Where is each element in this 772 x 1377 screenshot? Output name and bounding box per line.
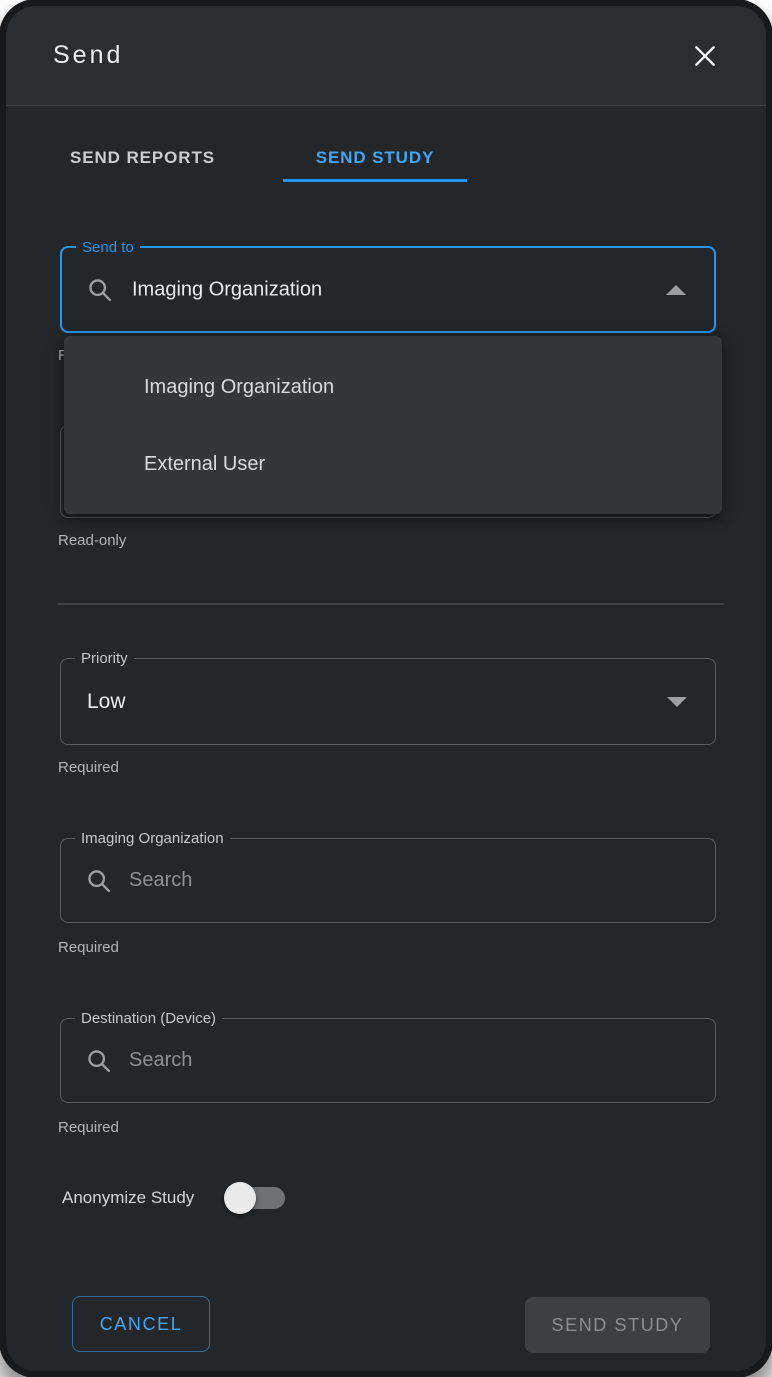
destination-device-helper: Required (58, 1119, 119, 1136)
read-only-helper: Read-only (58, 532, 126, 549)
search-icon (85, 867, 113, 895)
search-icon (86, 276, 114, 304)
send-dialog: Send SEND REPORTS SEND STUDY Send to Ima… (6, 6, 766, 1371)
tab-send-study[interactable]: SEND STUDY (283, 134, 467, 182)
section-divider (58, 603, 724, 605)
anonymize-study-label: Anonymize Study (62, 1188, 194, 1208)
anonymize-study-toggle[interactable] (227, 1176, 287, 1220)
send-study-button[interactable]: SEND STUDY (525, 1297, 710, 1353)
dialog-header: Send (6, 6, 766, 106)
toggle-thumb (224, 1182, 256, 1214)
send-to-label: Send to (76, 238, 140, 257)
tab-send-reports[interactable]: SEND REPORTS (36, 134, 249, 182)
active-tab-indicator (283, 179, 467, 182)
destination-device-search-input[interactable] (129, 1019, 655, 1102)
priority-select[interactable]: Priority Low (60, 658, 716, 745)
imaging-organization-search-input[interactable] (129, 839, 655, 922)
destination-device-field[interactable]: Destination (Device) (60, 1018, 716, 1103)
imaging-organization-field[interactable]: Imaging Organization (60, 838, 716, 923)
priority-helper: Required (58, 759, 119, 776)
close-button[interactable] (688, 39, 722, 73)
chevron-down-icon[interactable] (667, 697, 687, 707)
option-imaging-organization[interactable]: Imaging Organization (64, 349, 722, 426)
send-to-dropdown: Imaging Organization External User (64, 336, 722, 514)
cancel-button[interactable]: CANCEL (72, 1296, 210, 1352)
option-external-user[interactable]: External User (64, 426, 722, 503)
search-icon (85, 1047, 113, 1075)
dialog-title: Send (53, 41, 123, 70)
close-icon (692, 43, 718, 69)
send-to-select[interactable]: Send to Imaging Organization (60, 246, 716, 333)
priority-label: Priority (75, 649, 134, 668)
priority-value: Low (87, 690, 126, 714)
imaging-organization-helper: Required (58, 939, 119, 956)
page-background: Send SEND REPORTS SEND STUDY Send to Ima… (0, 0, 772, 1377)
send-to-value: Imaging Organization (132, 278, 322, 301)
chevron-up-icon[interactable] (666, 285, 686, 295)
